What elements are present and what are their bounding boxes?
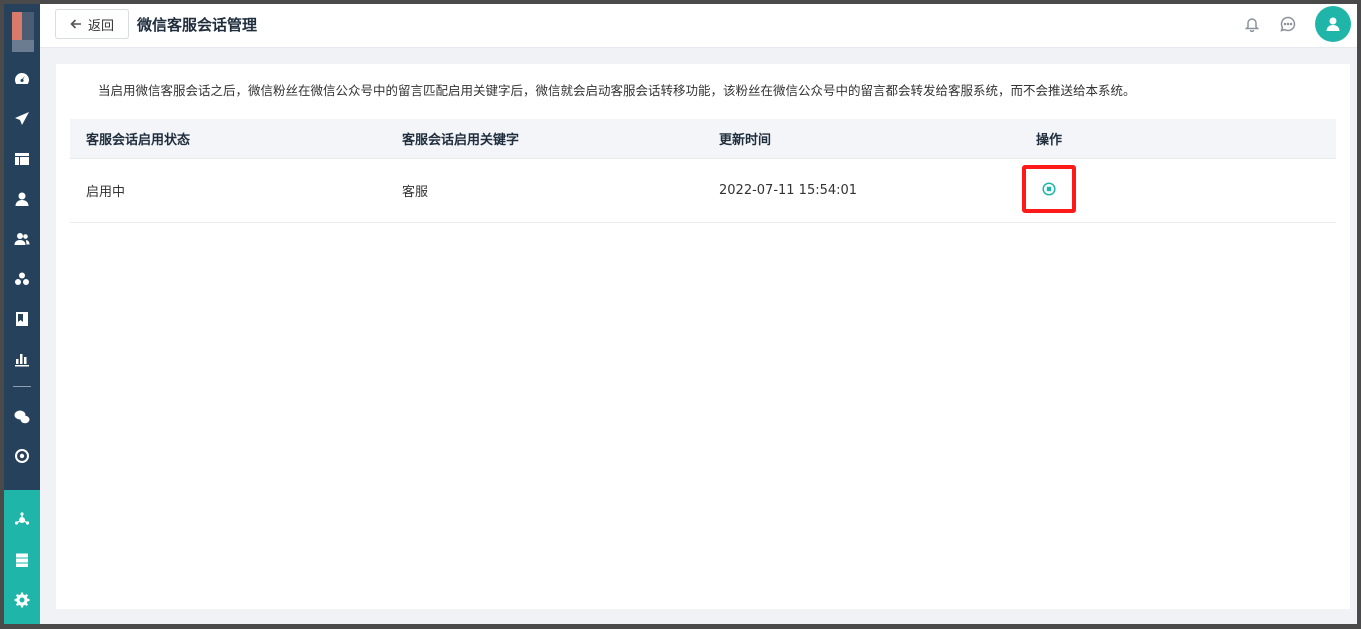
sidebar-divider xyxy=(13,386,31,387)
session-table: 客服会话启用状态 客服会话启用关键字 更新时间 操作 启用中 客服 2022-0… xyxy=(70,119,1336,223)
page-title: 微信客服会话管理 xyxy=(137,16,258,34)
keyword-cell: 客服 xyxy=(402,185,429,200)
dashboard-icon[interactable] xyxy=(4,65,40,93)
avatar-icon xyxy=(1326,17,1340,31)
notice-text: 当启用微信客服会话之后，微信粉丝在微信公众号中的留言匹配启用关键字后，微信就会启… xyxy=(98,83,1136,98)
column-header-actions: 操作 xyxy=(1036,133,1063,148)
app-window: 返回 微信客服会话管理 当启用微信客服会话之后，微信粉丝在微信公众号中的留言匹配… xyxy=(4,4,1357,624)
stop-circle-icon xyxy=(1042,182,1056,196)
group-icon[interactable] xyxy=(4,265,40,293)
table-row: 启用中 客服 2022-07-11 15:54:01 xyxy=(70,159,1336,223)
table-header: 客服会话启用状态 客服会话启用关键字 更新时间 操作 xyxy=(70,119,1336,159)
sidebar-bottom xyxy=(4,490,40,624)
updated-time-cell: 2022-07-11 15:54:01 xyxy=(719,183,858,198)
chat-icon[interactable] xyxy=(1279,15,1297,33)
status-cell: 启用中 xyxy=(86,185,126,200)
bell-icon[interactable] xyxy=(1243,15,1261,33)
disable-session-button[interactable] xyxy=(1022,165,1076,213)
gear-icon[interactable] xyxy=(4,586,40,614)
column-header-keyword: 客服会话启用关键字 xyxy=(402,133,520,148)
arrow-left-icon xyxy=(70,19,81,29)
users-icon[interactable] xyxy=(4,225,40,253)
column-header-updated: 更新时间 xyxy=(719,133,772,148)
back-button[interactable]: 返回 xyxy=(55,9,129,39)
user-icon[interactable] xyxy=(4,185,40,213)
target-icon[interactable] xyxy=(4,442,40,470)
bar-chart-icon[interactable] xyxy=(4,345,40,373)
avatar[interactable] xyxy=(1315,6,1351,42)
app-logo[interactable] xyxy=(12,12,34,52)
top-header: 返回 微信客服会话管理 xyxy=(40,4,1357,48)
sidebar xyxy=(4,4,40,624)
hub-icon[interactable] xyxy=(4,506,40,534)
column-header-status: 客服会话启用状态 xyxy=(86,133,191,148)
layout-icon[interactable] xyxy=(4,145,40,173)
wechat-icon[interactable] xyxy=(4,403,40,431)
server-icon[interactable] xyxy=(4,546,40,574)
bookmark-icon[interactable] xyxy=(4,305,40,333)
send-icon[interactable] xyxy=(4,105,40,133)
back-button-label: 返回 xyxy=(87,18,114,34)
content-panel: 当启用微信客服会话之后，微信粉丝在微信公众号中的留言匹配启用关键字后，微信就会启… xyxy=(56,64,1350,609)
